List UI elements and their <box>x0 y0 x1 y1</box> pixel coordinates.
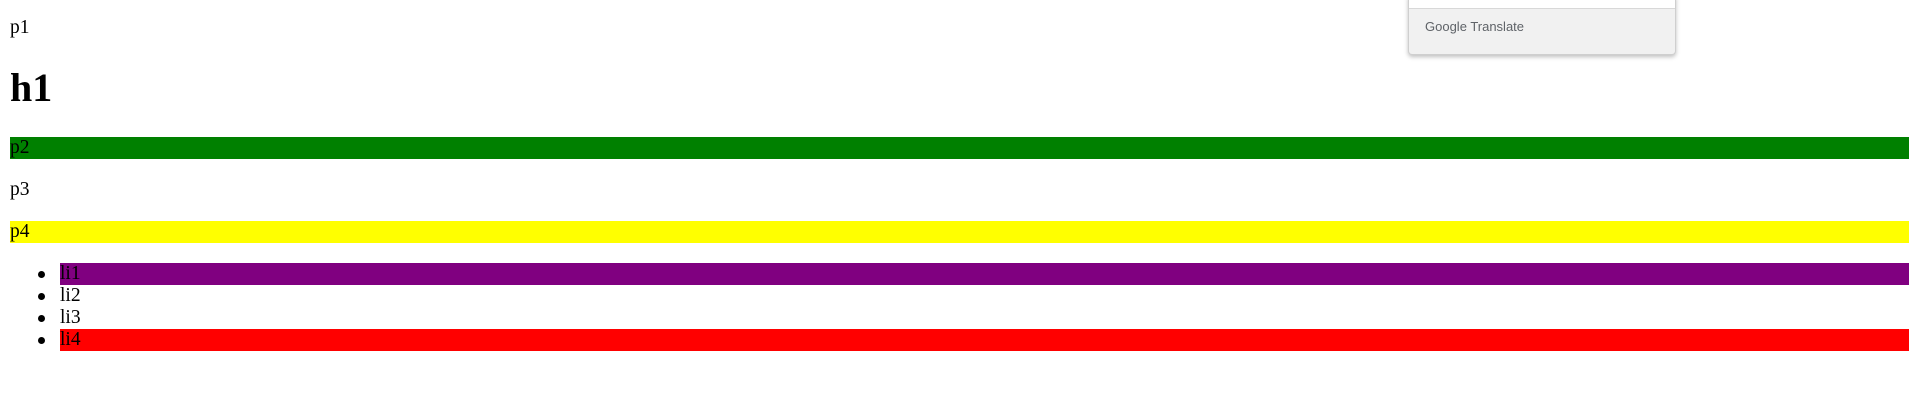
translate-label: Translate <box>1470 19 1525 34</box>
bullet-icon <box>38 337 45 344</box>
list-item-label: li1 <box>60 263 81 284</box>
paragraph-p4: p4 <box>10 221 1909 243</box>
list-item-li2: li2 <box>38 285 1909 307</box>
popup-content-area <box>1409 0 1675 9</box>
bullet-icon <box>38 271 45 278</box>
bulleted-list: li1 li2 li3 li4 <box>10 263 1909 351</box>
google-translate-branding: Google Translate <box>1425 19 1524 35</box>
list-item-li1: li1 <box>38 263 1909 285</box>
list-item-label: li2 <box>60 285 81 306</box>
paragraph-p2: p2 <box>10 137 1909 159</box>
google-translate-popup[interactable]: Google Translate <box>1408 0 1676 55</box>
bullet-icon <box>38 315 45 322</box>
list-item-label: li4 <box>60 329 81 350</box>
bullet-icon <box>38 293 45 300</box>
list-item-li4: li4 <box>38 329 1909 351</box>
heading-h1: h1 <box>10 65 53 110</box>
list-item-li3: li3 <box>38 307 1909 329</box>
paragraph-p3: p3 <box>10 179 30 200</box>
google-logo: Google <box>1425 19 1467 34</box>
list-item-label: li3 <box>60 307 81 328</box>
